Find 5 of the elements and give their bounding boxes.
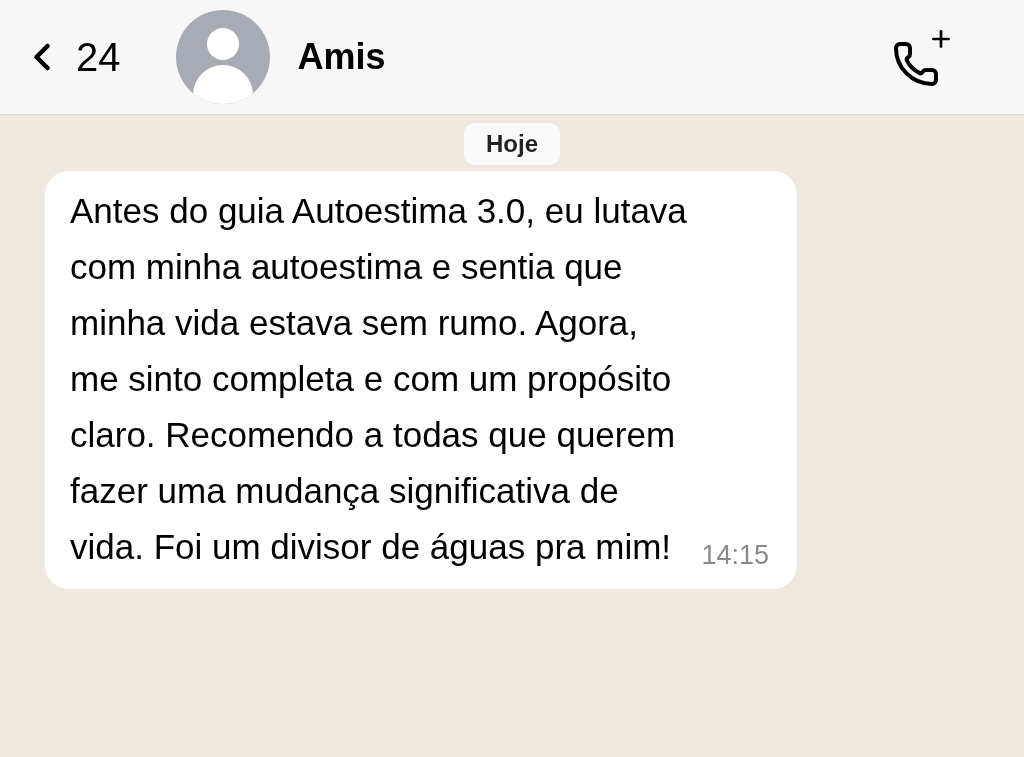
- date-chip: Hoje: [464, 123, 560, 165]
- back-button[interactable]: 24: [20, 27, 121, 87]
- message-text: Antes do guia Autoestima 3.0, eu lutava com minha autoestima e sentia que minha vida estava sem rumo. Agora, me sinto completa e com um propósito claro. Recomendo a todas que querem fazer uma mudança significativa de vida. Foi um divisor de águas pra mim!: [70, 190, 688, 568]
- contact-name[interactable]: Amis: [297, 30, 386, 84]
- message-time: 14:15: [701, 538, 769, 572]
